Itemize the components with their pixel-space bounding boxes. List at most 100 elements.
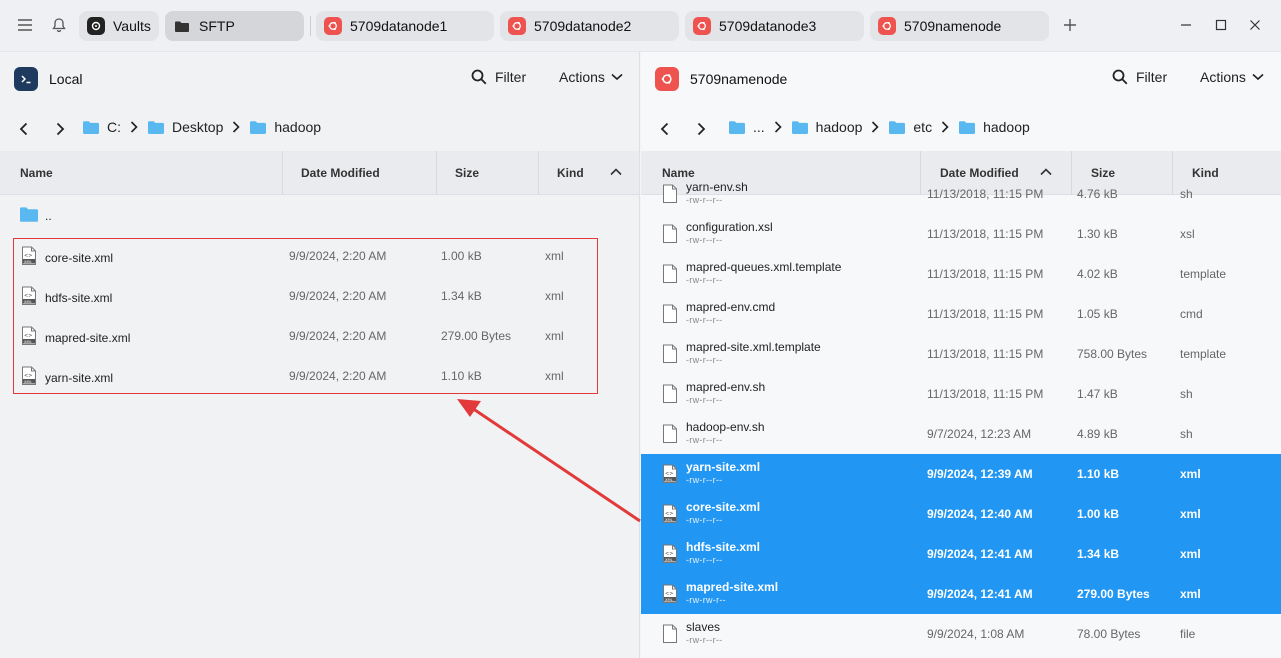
forward-arrow-icon[interactable] (51, 120, 69, 138)
breadcrumb-item[interactable]: C: (82, 119, 121, 135)
file-date: 9/9/2024, 1:08 AM (927, 627, 1025, 641)
chevron-right-icon (941, 121, 949, 133)
ubuntu-icon (324, 17, 342, 35)
tab-host-datanode1[interactable]: 5709datanode1 (316, 11, 494, 41)
vault-icon (87, 17, 105, 35)
breadcrumb-label: hadoop (815, 119, 863, 135)
tab-host-datanode3[interactable]: 5709datanode3 (685, 11, 864, 41)
column-size[interactable]: Size (437, 151, 538, 195)
breadcrumb-item[interactable]: ... (728, 119, 765, 135)
list-item[interactable]: slaves -rw-r--r-- 9/9/2024, 1:08 AM 78.00 B… (641, 614, 1281, 654)
menu-icon[interactable] (14, 14, 36, 36)
filter-button[interactable]: Filter (471, 69, 526, 85)
file-size: 1.00 kB (1077, 507, 1120, 521)
list-item-selected[interactable]: <> XML yarn-site.xml -rw-r--r-- 9/9/2024, 12… (641, 454, 1281, 494)
close-icon[interactable] (1244, 14, 1266, 36)
svg-text:<>: <> (665, 551, 673, 557)
tab-host-datanode2[interactable]: 5709datanode2 (500, 11, 679, 41)
remote-pane: 5709namenode Filter Actions ... hadoop e… (641, 52, 1281, 658)
breadcrumb-label: C: (107, 119, 121, 135)
svg-text:<>: <> (665, 471, 673, 477)
list-item[interactable]: hadoop-env.sh -rw-r--r-- 9/7/2024, 12:23 A… (641, 414, 1281, 454)
svg-text:XML: XML (665, 558, 673, 562)
chevron-right-icon (232, 121, 240, 133)
folder-icon (20, 207, 38, 222)
file-size: 4.76 kB (1077, 187, 1118, 201)
breadcrumb-item[interactable]: hadoop (249, 119, 321, 135)
actions-button[interactable]: Actions (1200, 69, 1264, 85)
file-icon (662, 184, 678, 204)
list-item-selected[interactable]: <> XML hdfs-site.xml -rw-r--r-- 9/9/2024, 12… (641, 534, 1281, 574)
breadcrumb-item[interactable]: hadoop (791, 119, 863, 135)
bell-icon[interactable] (48, 14, 70, 36)
column-kind[interactable]: Kind (539, 151, 639, 195)
folder-icon (173, 17, 191, 35)
file-icon (662, 384, 678, 404)
breadcrumb-item[interactable]: hadoop (958, 119, 1030, 135)
file-name: mapred-env.sh (686, 380, 766, 394)
file-size: 758.00 Bytes (1077, 347, 1148, 361)
file-date: 9/9/2024, 12:40 AM (927, 507, 1033, 521)
list-item-parent[interactable]: .. (0, 196, 639, 236)
list-item-selected[interactable]: <> XML mapred-site.xml -rw-rw-r-- 9/9/2024, … (641, 574, 1281, 614)
list-item[interactable]: yarn-env.sh -rw-r--r-- 11/13/2018, 11:15 P… (641, 174, 1281, 214)
list-item[interactable]: configuration.xsl -rw-r--r-- 11/13/2018, 1… (641, 214, 1281, 254)
terminal-icon (14, 67, 38, 91)
local-header: Local Filter Actions (0, 52, 639, 108)
list-item[interactable]: mapred-queues.xml.template -rw-r--r-- 11/1… (641, 254, 1281, 294)
list-item[interactable]: mapred-site.xml.template -rw-r--r-- 11/13/… (641, 334, 1281, 374)
tab-label: 5709datanode2 (534, 18, 632, 34)
chevron-right-icon (774, 121, 782, 133)
pane-title: Local (49, 71, 83, 87)
file-name: slaves (686, 620, 721, 634)
file-kind: xml (1180, 467, 1201, 481)
list-item-selected[interactable]: <> XML core-site.xml -rw-r--r-- 9/9/2024, 12… (641, 494, 1281, 534)
file-name: configuration.xsl (686, 220, 773, 234)
breadcrumb-item[interactable]: Desktop (147, 119, 223, 135)
back-arrow-icon[interactable] (656, 120, 674, 138)
file-name: mapred-env.cmd (686, 300, 776, 314)
file-icon (662, 344, 678, 364)
ubuntu-icon (508, 17, 526, 35)
tab-host-namenode[interactable]: 5709namenode (870, 11, 1049, 41)
breadcrumb-label: etc (913, 119, 933, 135)
file-kind: xml (1180, 547, 1201, 561)
add-tab-icon[interactable] (1059, 14, 1081, 36)
breadcrumb-path: ... hadoop etc hadoop (728, 119, 1030, 135)
file-permissions: -rw-r--r-- (686, 515, 723, 525)
breadcrumb-label: ... (753, 119, 765, 135)
folder-icon (148, 120, 164, 134)
list-item[interactable]: mapred-env.cmd -rw-r--r-- 11/13/2018, 11:1… (641, 294, 1281, 334)
tab-label: 5709datanode1 (350, 18, 448, 34)
file-icon (662, 264, 678, 284)
file-kind: xsl (1180, 227, 1195, 241)
tab-sftp[interactable]: SFTP (165, 11, 304, 41)
maximize-icon[interactable] (1210, 14, 1232, 36)
actions-button[interactable]: Actions (559, 69, 623, 85)
column-name[interactable]: Name (2, 151, 282, 195)
search-icon (1112, 69, 1128, 85)
file-kind: sh (1180, 187, 1193, 201)
filter-button[interactable]: Filter (1112, 69, 1167, 85)
file-size: 1.47 kB (1077, 387, 1118, 401)
tab-vaults[interactable]: Vaults (79, 11, 159, 41)
file-name: mapred-queues.xml.template (686, 260, 842, 274)
chevron-right-icon (130, 121, 138, 133)
file-kind: template (1180, 267, 1227, 281)
list-item[interactable]: mapred-env.sh -rw-r--r-- 11/13/2018, 11:15… (641, 374, 1281, 414)
file-name: hdfs-site.xml (686, 540, 761, 554)
file-name: core-site.xml (686, 500, 761, 514)
forward-arrow-icon[interactable] (692, 120, 710, 138)
folder-icon (83, 120, 99, 134)
xml-file-icon: <> XML (662, 504, 678, 524)
breadcrumb-item[interactable]: etc (888, 119, 932, 135)
column-date-modified[interactable]: Date Modified (283, 151, 436, 195)
breadcrumb-label: hadoop (983, 119, 1030, 135)
file-size: 78.00 Bytes (1077, 627, 1141, 641)
file-permissions: -rw-r--r-- (686, 435, 723, 445)
back-arrow-icon[interactable] (15, 120, 33, 138)
minimize-icon[interactable] (1175, 14, 1197, 36)
breadcrumb-label: hadoop (274, 119, 322, 135)
column-kind-label: Kind (557, 166, 584, 180)
file-permissions: -rw-r--r-- (686, 355, 723, 365)
